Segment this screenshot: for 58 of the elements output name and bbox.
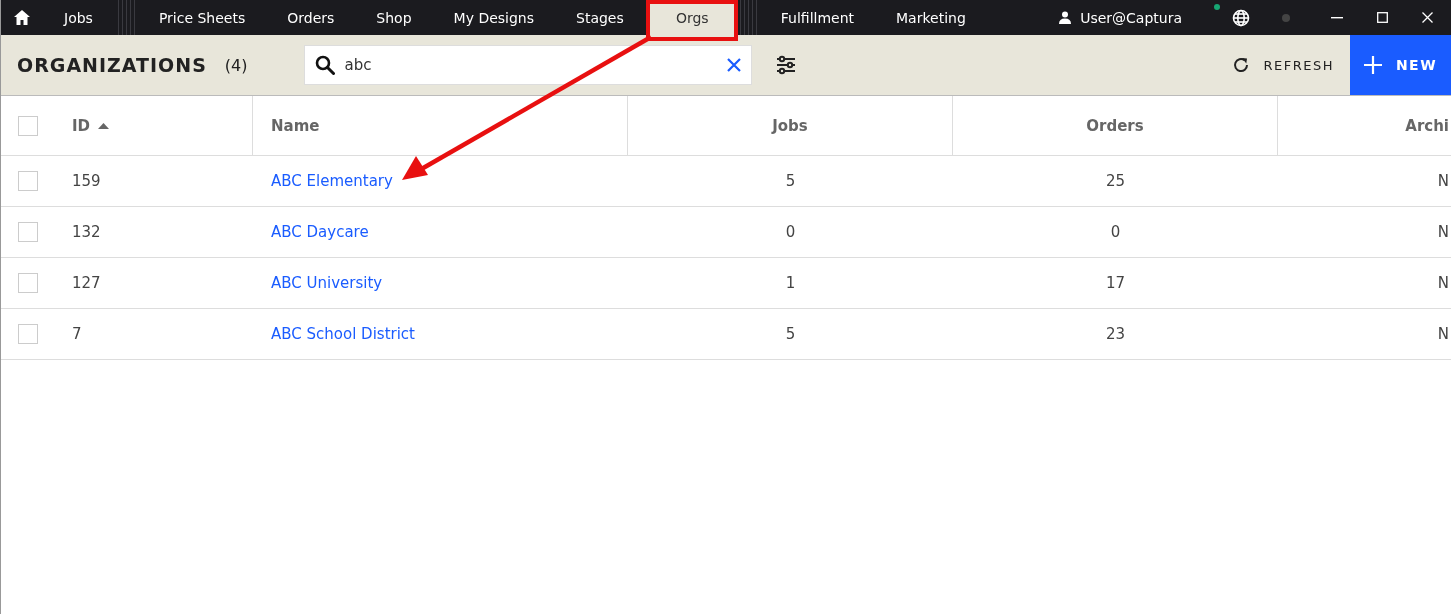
maximize-icon[interactable] [1377,12,1388,23]
row-checkbox[interactable] [18,324,38,344]
select-all-checkbox[interactable] [18,115,38,136]
page-title: ORGANIZATIONS [17,54,207,76]
table-cell: 5 [785,172,796,190]
nav-tab[interactable]: Shop [355,0,433,35]
table-cell: 127 [72,274,101,292]
organization-link[interactable]: ABC Daycare [271,223,369,241]
table-cell: 17 [1105,274,1126,292]
status-dot [1214,3,1220,10]
indicator-dot [1282,13,1290,22]
filter-settings-icon[interactable] [775,55,796,75]
table-cell: N [1437,325,1449,343]
home-icon [13,9,31,26]
organization-link[interactable]: ABC University [271,274,383,292]
nav-tab[interactable]: Price Sheets [137,0,267,35]
table-cell: 0 [1110,223,1121,241]
table-cell: N [1437,223,1449,241]
table-cell: N [1437,274,1449,292]
refresh-button[interactable]: REFRESH [1231,45,1334,85]
sort-up-icon [98,122,110,129]
table-cell: 5 [785,325,796,343]
table-cell: 0 [785,223,796,241]
refresh-icon [1231,56,1250,74]
row-checkbox[interactable] [18,171,38,191]
column-header[interactable]: Jobs [772,116,808,135]
user-icon [1059,11,1072,24]
row-checkbox[interactable] [18,273,38,293]
table-cell: 1 [785,274,796,292]
nav-tab[interactable]: Jobs [43,0,114,35]
clear-icon[interactable] [726,58,741,72]
nav-tab[interactable]: Fulfillment [759,0,876,35]
table-cell: 25 [1105,172,1126,190]
user-name[interactable]: User@Captura [1080,9,1182,26]
column-header[interactable]: Orders [1086,116,1144,135]
nav-tab[interactable]: My Designs [432,0,555,35]
globe-icon[interactable] [1232,8,1250,27]
row-checkbox[interactable] [18,222,38,242]
table-cell: 159 [72,172,101,190]
search-field[interactable]: abc [303,45,752,85]
column-header[interactable]: Archi [1405,116,1449,135]
table-cell: 7 [72,325,82,343]
table-cell: N [1437,172,1449,190]
organization-link[interactable]: ABC School District [271,325,415,343]
result-count: (4) [224,55,248,75]
table-cell: 23 [1105,325,1126,343]
nav-tab[interactable]: Stages [555,0,645,35]
table-cell: 132 [72,223,101,241]
column-header[interactable]: Name [271,116,320,135]
search-icon [314,55,335,75]
new-button[interactable]: NEW [1350,35,1451,95]
organization-link[interactable]: ABC Elementary [271,172,393,190]
nav-tab[interactable]: Orders [266,0,356,35]
nav-tab[interactable]: Marketing [875,0,987,35]
column-header[interactable]: ID [72,116,110,135]
close-icon[interactable] [1422,12,1433,23]
minimize-icon[interactable] [1331,16,1343,19]
plus-icon [1363,56,1382,74]
